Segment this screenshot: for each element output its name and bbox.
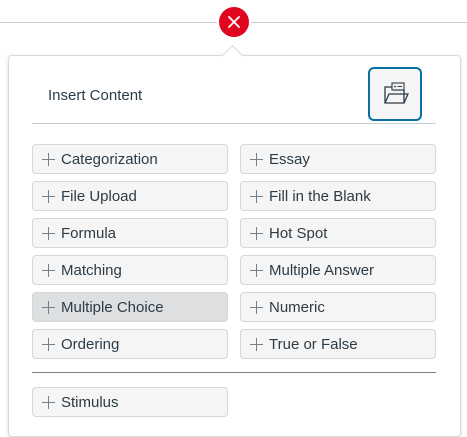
plus-icon	[42, 395, 55, 409]
fill-in-the-blank-button[interactable]: Fill in the Blank	[240, 181, 436, 211]
plus-icon	[250, 152, 263, 166]
question-type-label: File Upload	[61, 187, 137, 205]
question-type-label: Ordering	[61, 335, 120, 353]
insert-from-bank-button[interactable]	[368, 67, 422, 121]
open-folder-icon	[384, 82, 409, 104]
stimulus-button[interactable]: Stimulus	[32, 387, 228, 417]
question-type-label: Numeric	[269, 298, 325, 316]
question-type-label: Multiple Choice	[61, 298, 164, 316]
plus-icon	[250, 337, 263, 351]
question-type-grid: Categorization Essay File Upload Fill in…	[32, 144, 436, 359]
plus-icon	[42, 300, 55, 314]
essay-button[interactable]: Essay	[240, 144, 436, 174]
panel-title: Insert Content	[48, 87, 143, 104]
close-button[interactable]	[219, 7, 249, 37]
plus-icon	[250, 189, 263, 203]
question-type-label: Categorization	[61, 150, 158, 168]
plus-icon	[42, 152, 55, 166]
plus-icon	[42, 337, 55, 351]
plus-icon	[42, 226, 55, 240]
categorization-button[interactable]: Categorization	[32, 144, 228, 174]
file-upload-button[interactable]: File Upload	[32, 181, 228, 211]
question-type-label: True or False	[269, 335, 358, 353]
plus-icon	[250, 263, 263, 277]
matching-button[interactable]: Matching	[32, 255, 228, 285]
question-type-label: Formula	[61, 224, 117, 242]
question-type-label: Matching	[61, 261, 122, 279]
plus-icon	[42, 189, 55, 203]
question-type-label: Multiple Answer	[269, 261, 375, 279]
multiple-choice-button[interactable]: Multiple Choice	[32, 292, 228, 322]
close-icon	[228, 16, 240, 28]
stimulus-divider	[32, 372, 436, 373]
stimulus-label: Stimulus	[61, 393, 119, 411]
question-type-label: Hot Spot	[269, 224, 328, 242]
plus-icon	[250, 300, 263, 314]
true-or-false-button[interactable]: True or False	[240, 329, 436, 359]
plus-icon	[42, 263, 55, 277]
question-type-label: Fill in the Blank	[269, 187, 371, 205]
plus-icon	[250, 226, 263, 240]
question-type-label: Essay	[269, 150, 310, 168]
panel-header-divider	[32, 123, 436, 124]
formula-button[interactable]: Formula	[32, 218, 228, 248]
hot-spot-button[interactable]: Hot Spot	[240, 218, 436, 248]
ordering-button[interactable]: Ordering	[32, 329, 228, 359]
multiple-answer-button[interactable]: Multiple Answer	[240, 255, 436, 285]
numeric-button[interactable]: Numeric	[240, 292, 436, 322]
